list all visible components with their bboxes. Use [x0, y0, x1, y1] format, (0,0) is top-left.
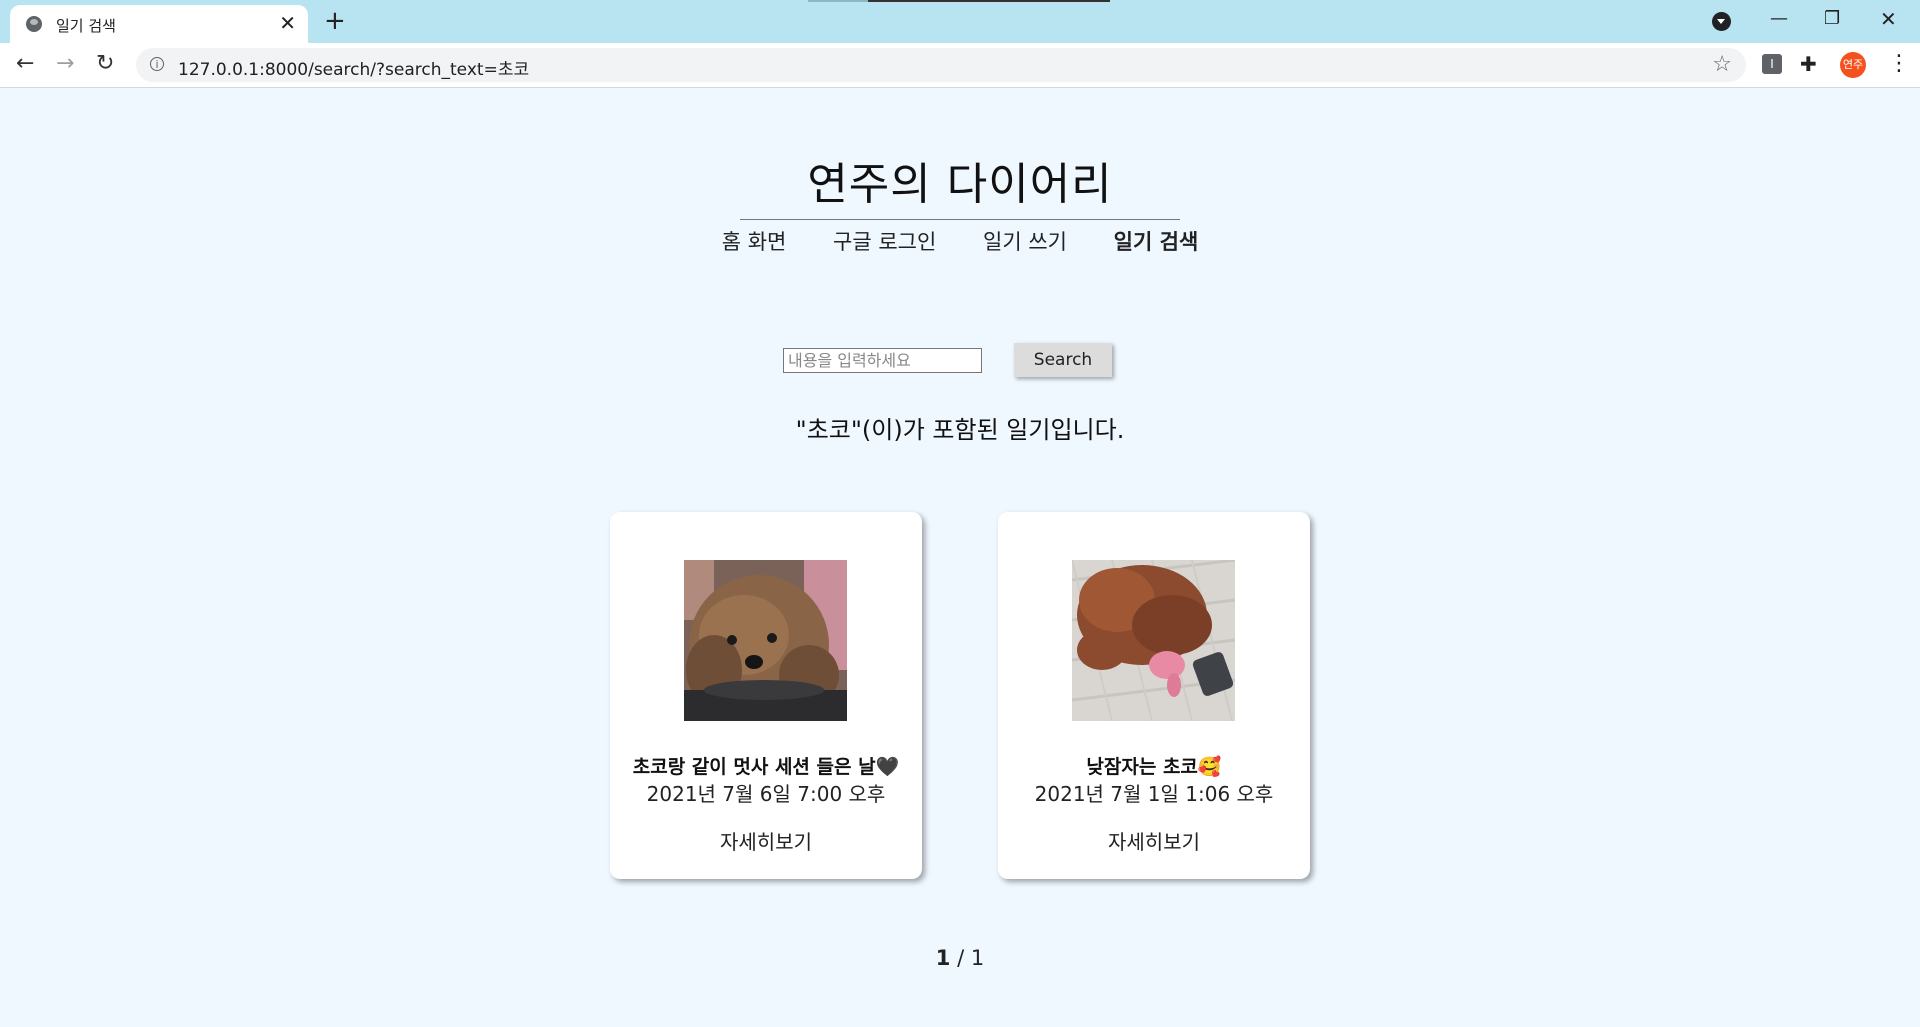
diary-card: 낮잠자는 초코🥰 2021년 7월 1일 1:06 오후 자세히보기 — [998, 512, 1310, 879]
tab-strip-accent-dark — [868, 0, 1110, 2]
address-bar[interactable]: i 127.0.0.1:8000/search/?search_text=초코 … — [136, 48, 1746, 82]
kebab-menu-icon[interactable]: ⋮ — [1888, 51, 1910, 77]
puzzle-icon[interactable]: ✚ — [1800, 52, 1817, 76]
nav-write-diary[interactable]: 일기 쓰기 — [983, 226, 1067, 256]
minimize-button[interactable]: — — [1770, 4, 1788, 34]
url-text[interactable]: 127.0.0.1:8000/search/?search_text=초코 — [178, 55, 529, 80]
star-icon[interactable]: ☆ — [1712, 52, 1732, 77]
tab-search-icon[interactable] — [1712, 12, 1731, 31]
maximize-button[interactable]: ❐ — [1824, 4, 1840, 34]
diary-photo — [684, 560, 847, 721]
nav-google-login[interactable]: 구글 로그인 — [833, 226, 936, 256]
detail-link[interactable]: 자세히보기 — [610, 826, 922, 855]
back-arrow-icon[interactable]: ← — [16, 51, 34, 77]
globe-icon — [26, 16, 42, 32]
diary-card: 초코랑 같이 멋사 세션 들은 날🖤 2021년 7월 6일 7:00 오후 자… — [610, 512, 922, 879]
browser-tab-active[interactable]: 일기 검색 ✕ — [10, 5, 308, 43]
diary-title: 낮잠자는 초코🥰 — [1086, 756, 1222, 778]
page-total[interactable]: 1 — [971, 946, 984, 970]
diary-date: 2021년 7월 1일 1:06 오후 — [1034, 782, 1274, 806]
diary-photo — [1072, 560, 1235, 721]
nav-home[interactable]: 홈 화면 — [722, 226, 787, 256]
reload-icon[interactable]: ↻ — [96, 51, 114, 77]
browser-toolbar: ← → ↻ i 127.0.0.1:8000/search/?search_te… — [0, 43, 1920, 88]
info-icon[interactable]: i — [150, 57, 164, 71]
detail-link[interactable]: 자세히보기 — [998, 826, 1310, 855]
search-button[interactable]: Search — [1014, 343, 1112, 377]
new-tab-button[interactable]: + — [324, 6, 346, 36]
tab-close-icon[interactable]: ✕ — [279, 12, 296, 34]
page-current[interactable]: 1 — [936, 946, 951, 970]
nav-search-diary[interactable]: 일기 검색 — [1114, 226, 1199, 256]
diary-title: 초코랑 같이 멋사 세션 들은 날🖤 — [632, 756, 900, 778]
pagination: 1 / 1 — [0, 946, 1920, 970]
extension-icon[interactable]: I — [1762, 54, 1782, 74]
diary-date: 2021년 7월 6일 7:00 오후 — [646, 782, 886, 806]
result-heading: "초코"(이)가 포함된 일기입니다. — [795, 416, 1125, 444]
tab-title: 일기 검색 — [56, 17, 116, 35]
main-nav: 홈 화면 구글 로그인 일기 쓰기 일기 검색 — [0, 226, 1920, 256]
page-separator: / — [957, 946, 965, 970]
search-input[interactable] — [783, 348, 982, 373]
title-divider — [740, 219, 1180, 220]
forward-arrow-icon[interactable]: → — [56, 51, 74, 77]
browser-tab-strip: 일기 검색 ✕ + — ❐ ✕ — [0, 0, 1920, 43]
avatar[interactable]: 연주 — [1840, 52, 1866, 78]
tab-strip-accent — [808, 0, 868, 2]
site-title: 연주의 다이어리 — [807, 159, 1113, 210]
close-window-button[interactable]: ✕ — [1880, 4, 1897, 34]
